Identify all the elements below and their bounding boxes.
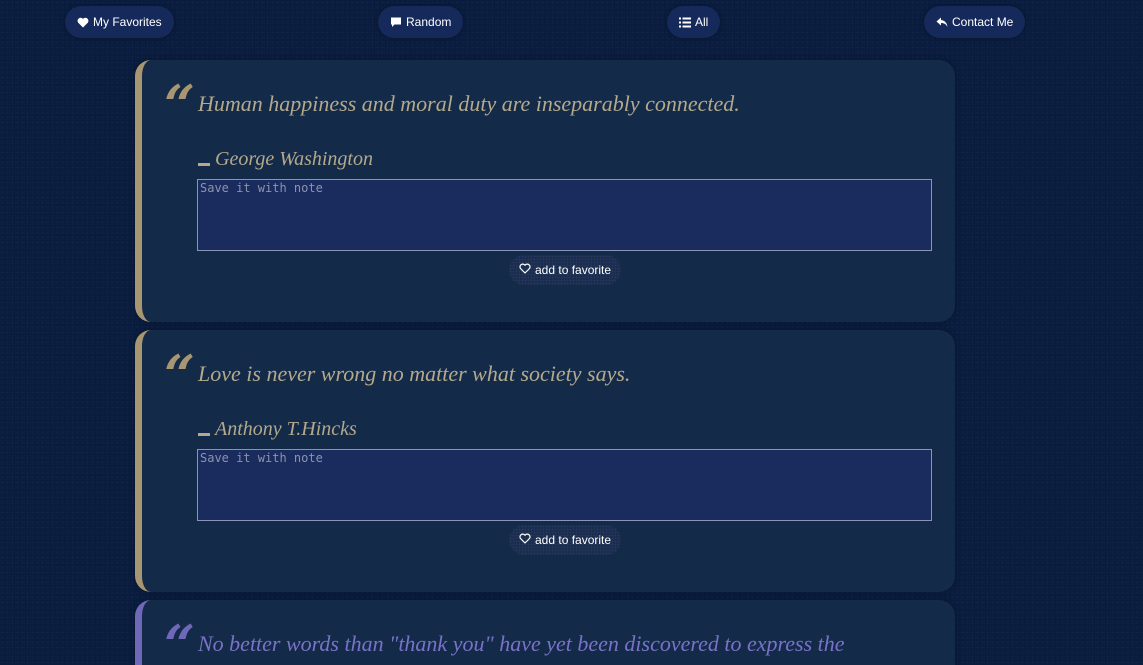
author-name: Anthony T.Hincks: [215, 418, 357, 440]
quote-mark-icon: “: [164, 73, 196, 137]
heart-icon: [77, 17, 89, 28]
reply-icon: [936, 17, 948, 28]
my-favorites-button[interactable]: My Favorites: [65, 6, 174, 38]
quote-author: George Washington: [198, 148, 373, 171]
add-to-favorite-label: add to favorite: [535, 533, 612, 547]
all-button[interactable]: All: [667, 6, 721, 38]
list-icon: [679, 17, 691, 28]
quote-card: “ Love is never wrong no matter what soc…: [135, 330, 955, 592]
note-input[interactable]: [197, 179, 932, 251]
quote-mark-icon: “: [164, 613, 196, 665]
quote-author: Anthony T.Hincks: [198, 418, 357, 441]
quote-card: “ No better words than "thank you" have …: [135, 600, 955, 665]
quote-text: Human happiness and moral duty are insep…: [198, 91, 740, 116]
random-label: Random: [406, 15, 452, 29]
heart-outline-icon: [519, 533, 531, 547]
contact-me-button[interactable]: Contact Me: [924, 6, 1026, 38]
note-input[interactable]: [197, 449, 932, 521]
author-name: George Washington: [215, 148, 373, 170]
contact-me-label: Contact Me: [952, 15, 1014, 29]
quote-card: “ Human happiness and moral duty are ins…: [135, 60, 955, 322]
quote-text: No better words than "thank you" have ye…: [198, 631, 845, 656]
add-to-favorite-button[interactable]: add to favorite: [509, 525, 622, 555]
dash-icon: [198, 163, 210, 166]
add-to-favorite-button[interactable]: add to favorite: [509, 255, 622, 285]
add-to-favorite-label: add to favorite: [535, 263, 612, 277]
quote-mark-icon: “: [164, 343, 196, 407]
random-button[interactable]: Random: [378, 6, 464, 38]
heart-outline-icon: [519, 263, 531, 277]
dash-icon: [198, 433, 210, 436]
my-favorites-label: My Favorites: [93, 15, 162, 29]
comment-icon: [390, 16, 402, 28]
all-label: All: [695, 15, 709, 29]
quote-text: Love is never wrong no matter what socie…: [198, 361, 631, 386]
